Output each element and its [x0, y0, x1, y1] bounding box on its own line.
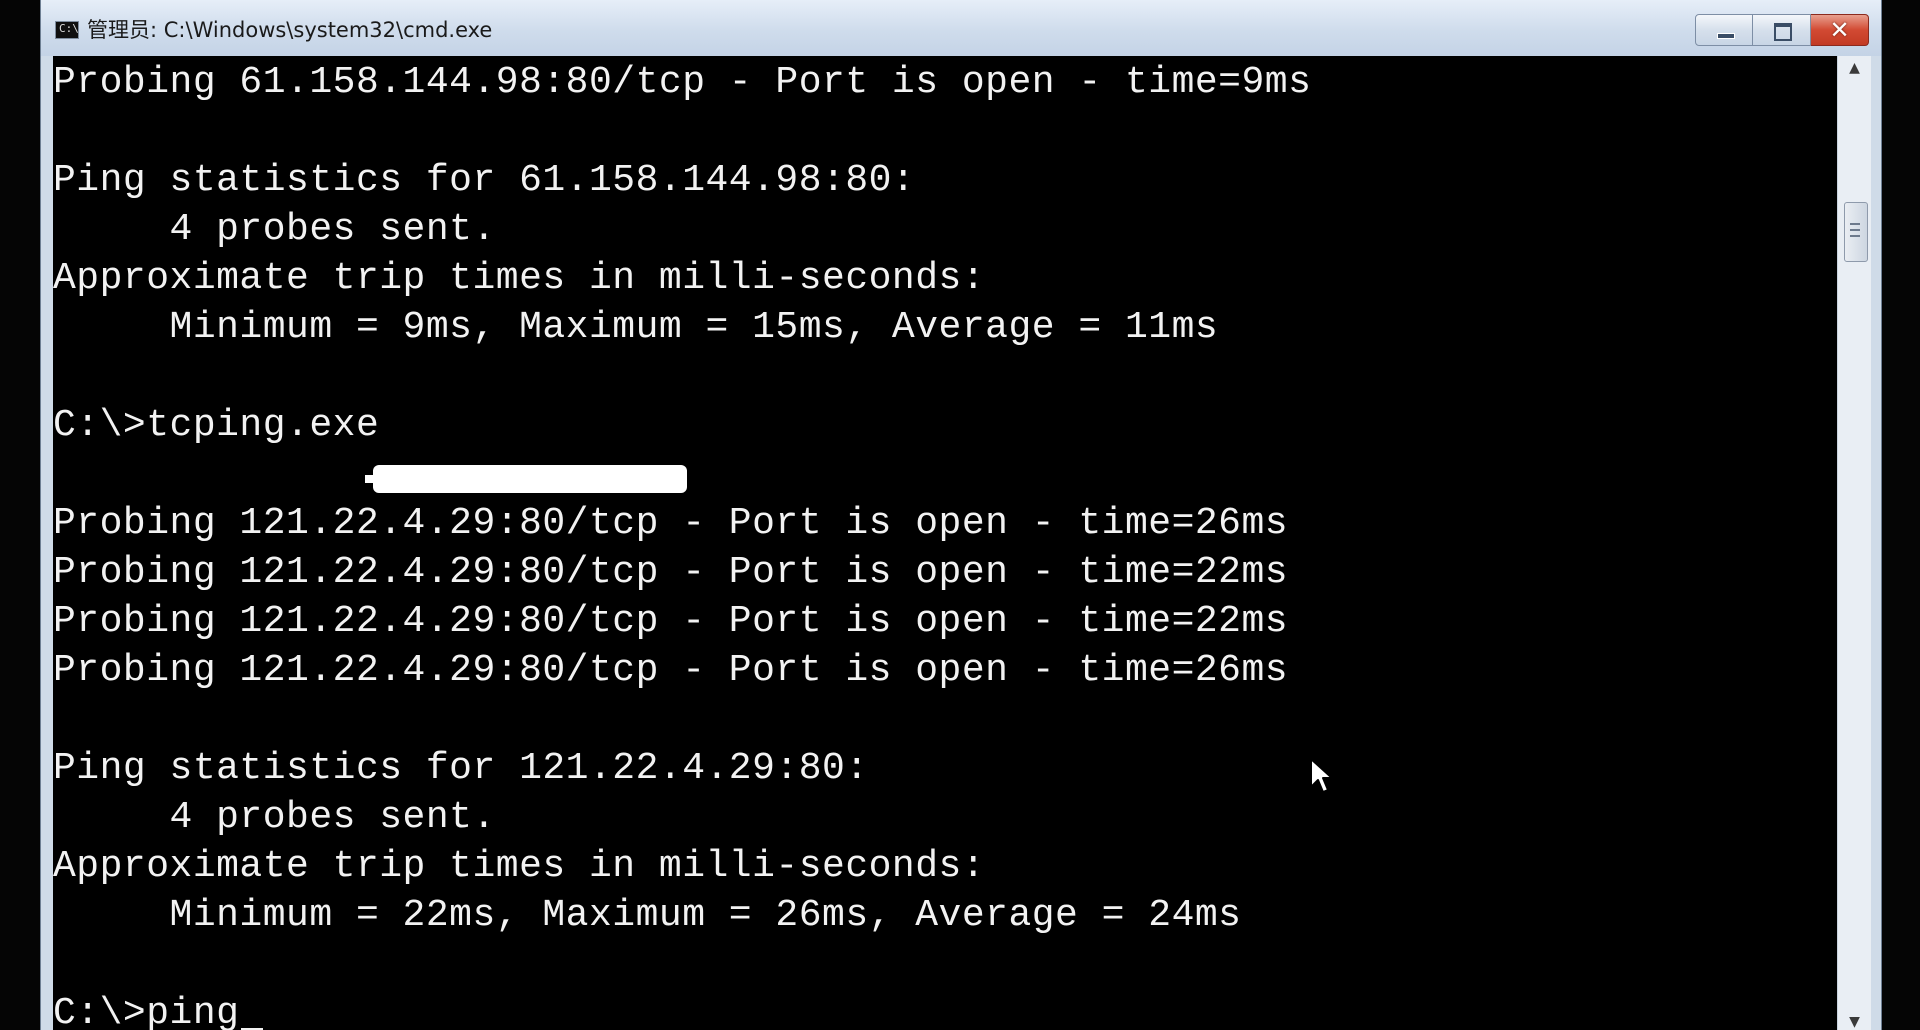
console-line: Ping statistics for 61.158.144.98:80: [53, 159, 916, 202]
console-line: Ping statistics for 121.22.4.29:80: [53, 747, 869, 790]
grip-line [1850, 223, 1860, 225]
console-line: Probing 121.22.4.29:80/tcp - Port is ope… [53, 649, 1289, 692]
command-prompt-line[interactable]: C:\>ping [53, 989, 264, 1030]
console-line: 4 probes sent. [53, 208, 496, 251]
cmd-icon[interactable]: C:\ [55, 21, 79, 39]
desktop-background-left [0, 0, 40, 1030]
close-icon: ✕ [1829, 16, 1850, 44]
scrollbar-thumb[interactable] [1844, 202, 1868, 262]
vertical-scrollbar[interactable]: ▲ ▼ [1837, 56, 1871, 1030]
prompt-text: C:\>ping [53, 992, 240, 1030]
minimize-button[interactable] [1695, 14, 1753, 46]
console-line: Approximate trip times in milli-seconds: [53, 845, 986, 888]
grip-line [1850, 235, 1860, 237]
scroll-up-icon[interactable]: ▲ [1838, 60, 1871, 76]
console-line: Probing 121.22.4.29:80/tcp - Port is ope… [53, 502, 1289, 545]
console-line: Approximate trip times in milli-seconds: [53, 257, 986, 300]
console-line: C:\>tcping.exe [53, 404, 380, 447]
minimize-icon [1717, 33, 1735, 39]
maximize-button[interactable] [1753, 14, 1811, 46]
console-line: Probing 61.158.144.98:80/tcp - Port is o… [53, 61, 1312, 104]
console-output[interactable]: Probing 61.158.144.98:80/tcp - Port is o… [53, 56, 1837, 1030]
mouse-pointer-icon [1310, 758, 1333, 793]
console-line: Probing 121.22.4.29:80/tcp - Port is ope… [53, 551, 1289, 594]
maximize-icon [1774, 23, 1792, 41]
grip-line [1850, 229, 1860, 231]
console-line: Probing 121.22.4.29:80/tcp - Port is ope… [53, 600, 1289, 643]
desktop-background-right [1882, 0, 1920, 1030]
cmd-window: C:\ 管理员: C:\Windows\system32\cmd.exe ✕ P… [40, 0, 1882, 1030]
title-bar[interactable]: C:\ 管理员: C:\Windows\system32\cmd.exe ✕ [41, 0, 1881, 56]
redaction-mark [365, 465, 687, 493]
scroll-down-icon[interactable]: ▼ [1838, 1014, 1871, 1030]
close-button[interactable]: ✕ [1811, 14, 1869, 46]
console-line: Minimum = 22ms, Maximum = 26ms, Average … [53, 894, 1242, 937]
console-line: 4 probes sent. [53, 796, 496, 839]
caption-buttons: ✕ [1695, 14, 1869, 48]
window-title: 管理员: C:\Windows\system32\cmd.exe [87, 18, 493, 42]
console-line: Minimum = 9ms, Maximum = 15ms, Average =… [53, 306, 1219, 349]
